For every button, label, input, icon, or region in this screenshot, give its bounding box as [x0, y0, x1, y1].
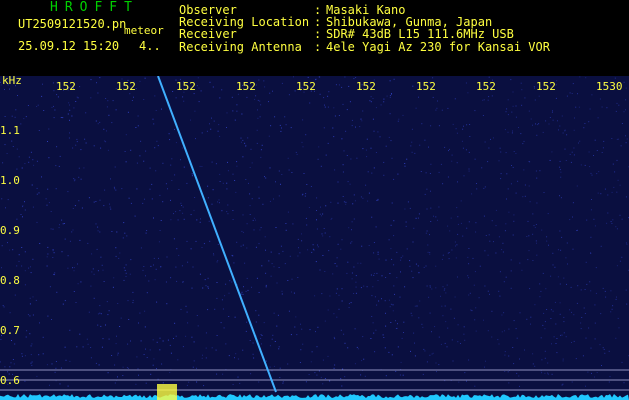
- filename-label: UT2509121520.pn: [18, 17, 127, 31]
- datetime-label: 25.09.12 15:20: [18, 39, 120, 53]
- x-tick-label: 152: [56, 80, 76, 93]
- antenna-key: Receiving Antenna: [179, 39, 302, 54]
- x-tick-label: 152: [296, 80, 316, 93]
- y-tick-label: 1.0: [0, 174, 20, 187]
- x-tick-label: 152: [356, 80, 376, 93]
- x-tick-label: 152: [236, 80, 256, 93]
- x-tick-label: 152: [476, 80, 496, 93]
- header-panel: HROFFT UT2509121520.pn meteor 25.09.12 1…: [0, 0, 629, 76]
- baseline-noise: [0, 384, 629, 400]
- x-tick-label: 152: [416, 80, 436, 93]
- station-info: Observer: Masaki Kano Receiving Location:…: [179, 4, 550, 53]
- app-title: HROFFT: [50, 0, 139, 15]
- x-tick-label: 152: [536, 80, 556, 93]
- antenna-row: Receiving Antenna:4ele Yagi Az 230 for K…: [179, 39, 550, 54]
- antenna-value: 4ele Yagi Az 230 for Kansai VOR: [326, 39, 550, 54]
- receiver-key: Receiver: [179, 27, 237, 42]
- x-tick-label: 152: [176, 80, 196, 93]
- separator: :: [314, 39, 322, 54]
- y-tick-label: 1.1: [0, 124, 20, 137]
- unit-label: kHz: [2, 74, 22, 87]
- meteor-trace: [157, 76, 277, 393]
- separator: :: [314, 27, 322, 42]
- y-tick-label: 0.7: [0, 324, 20, 337]
- y-tick-label: 0.8: [0, 274, 20, 287]
- x-tick-label: 152: [116, 80, 136, 93]
- y-tick-label: 0.9: [0, 224, 20, 237]
- y-tick-label: 0.6: [0, 374, 20, 387]
- noise-speckle: [0, 76, 629, 387]
- spectrogram-overlay: [0, 76, 629, 400]
- count-label: 4..: [139, 39, 161, 53]
- mode-label: meteor: [124, 24, 164, 37]
- x-tick-label: 1530: [596, 80, 623, 93]
